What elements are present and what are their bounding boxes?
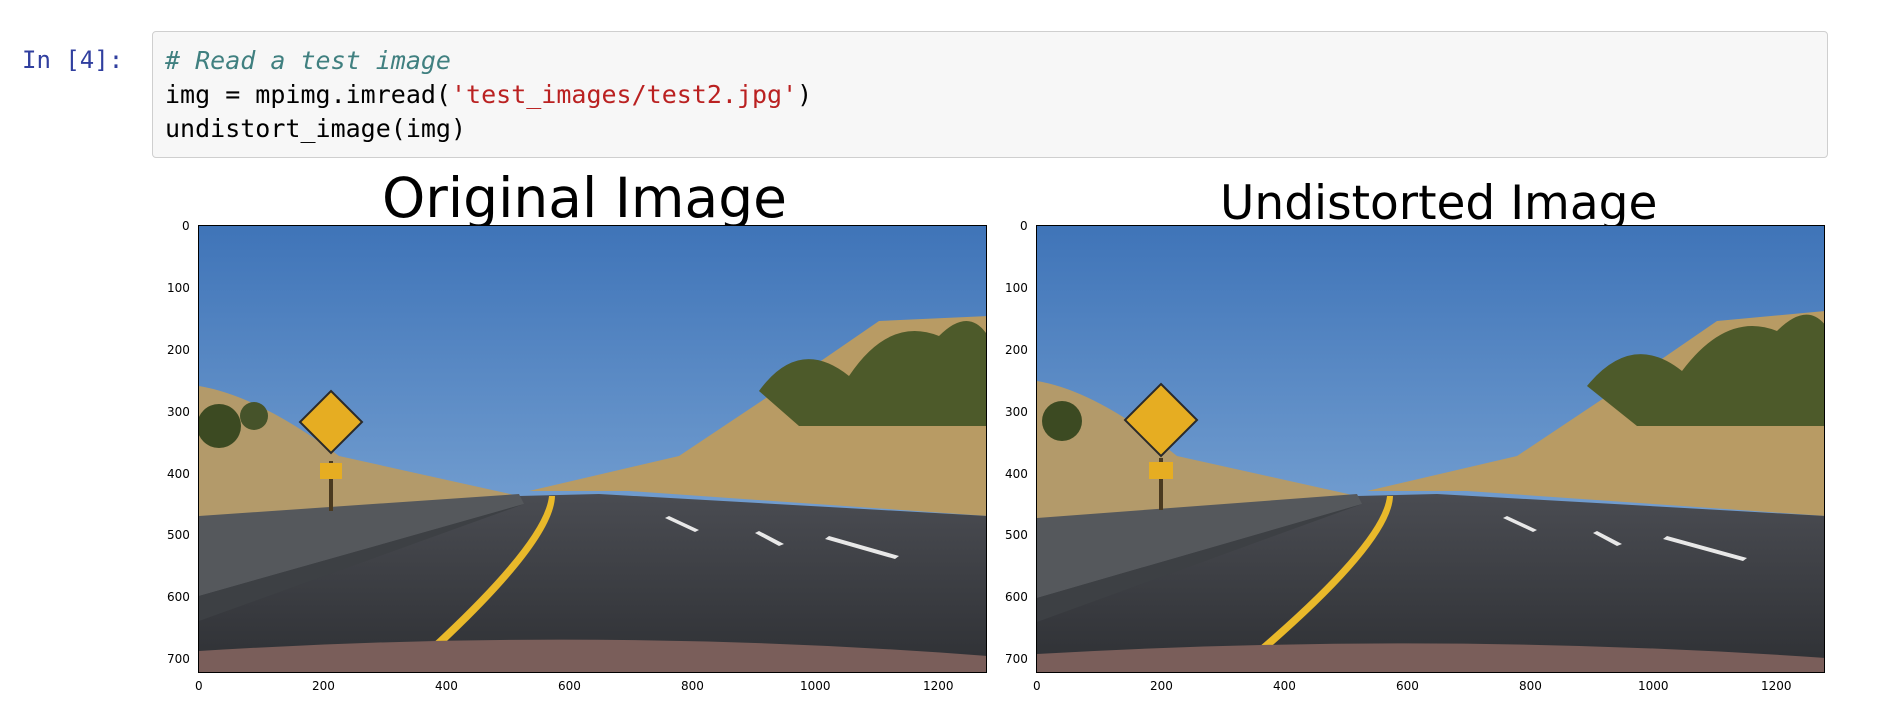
xtick: 1200 [923, 679, 954, 693]
xtick: 800 [1519, 679, 1542, 693]
code-string: 'test_images/test2.jpg' [450, 80, 798, 109]
xtick: 400 [435, 679, 458, 693]
code-editor[interactable]: # Read a test image img = mpimg.imread('… [152, 31, 1828, 158]
ytick: 400 [1005, 467, 1028, 481]
plot-title-original: Original Image [382, 166, 787, 230]
xtick: 200 [1150, 679, 1173, 693]
ytick: 200 [1005, 343, 1028, 357]
xtick: 1000 [800, 679, 831, 693]
input-prompt: In [4]: [22, 46, 124, 74]
xtick: 200 [312, 679, 335, 693]
code-text: ) [797, 80, 813, 109]
ytick: 700 [1005, 652, 1028, 666]
ytick: 0 [1020, 219, 1028, 233]
ytick: 100 [167, 281, 190, 295]
xtick: 0 [1033, 679, 1041, 693]
code-comment: # Read a test image [165, 46, 451, 75]
ytick: 100 [1005, 281, 1028, 295]
ytick: 300 [1005, 405, 1028, 419]
plot-axes-original [198, 225, 987, 673]
road-scene-image [1037, 226, 1824, 672]
xtick: 0 [195, 679, 203, 693]
ytick: 200 [167, 343, 190, 357]
xtick: 600 [558, 679, 581, 693]
xtick: 1200 [1761, 679, 1792, 693]
ytick: 500 [1005, 528, 1028, 542]
xtick: 400 [1273, 679, 1296, 693]
code-text: img = mpimg.imread( [165, 80, 451, 109]
plot-title-undistorted: Undistorted Image [1220, 176, 1658, 231]
xtick: 800 [681, 679, 704, 693]
ytick: 600 [1005, 590, 1028, 604]
road-scene-image [199, 226, 986, 672]
ytick: 600 [167, 590, 190, 604]
ytick: 300 [167, 405, 190, 419]
xtick: 1000 [1638, 679, 1669, 693]
code-line-2: img = mpimg.imread('test_images/test2.jp… [165, 80, 812, 109]
code-line-1: # Read a test image [165, 46, 451, 75]
ytick: 0 [182, 219, 190, 233]
ytick: 500 [167, 528, 190, 542]
ytick: 400 [167, 467, 190, 481]
xtick: 600 [1396, 679, 1419, 693]
ytick: 700 [167, 652, 190, 666]
code-line-3: undistort_image(img) [165, 114, 467, 143]
plot-axes-undistorted [1036, 225, 1825, 673]
